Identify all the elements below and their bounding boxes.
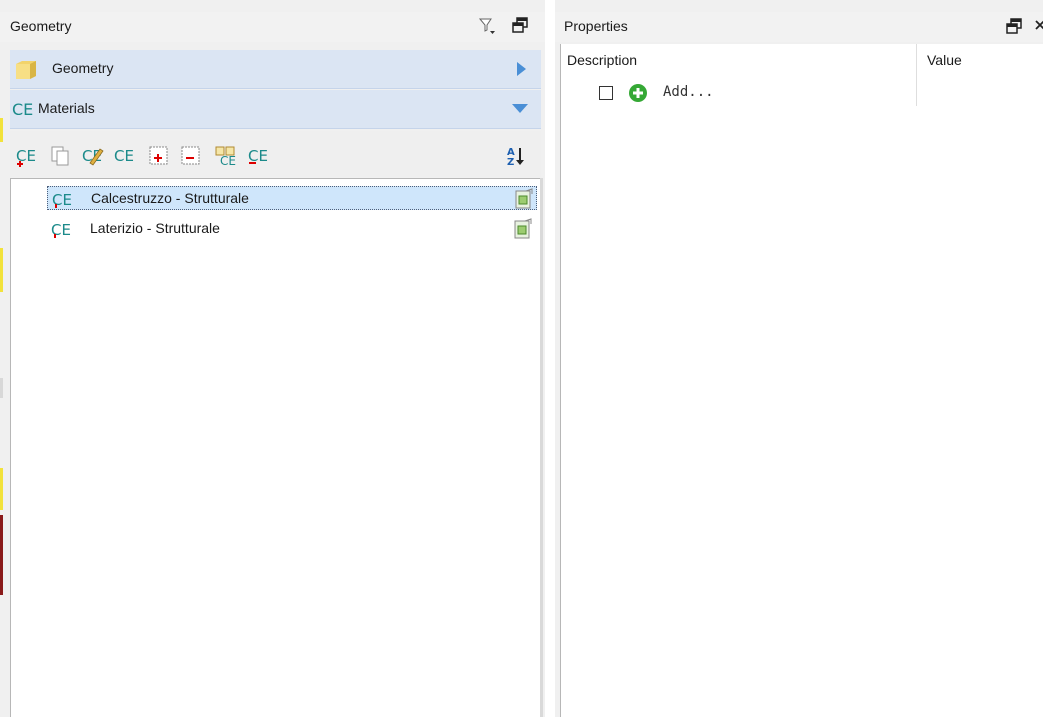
chevron-right-icon[interactable] bbox=[516, 62, 526, 76]
add-material-icon[interactable]: CE bbox=[16, 145, 38, 167]
group-geometry-label: Geometry bbox=[52, 60, 114, 76]
material-library-icon[interactable]: CE bbox=[214, 145, 236, 167]
delete-material-icon[interactable]: CE bbox=[248, 145, 270, 167]
add-checkbox[interactable] bbox=[599, 86, 613, 100]
float-window-icon[interactable] bbox=[512, 17, 528, 33]
svg-text:CE: CE bbox=[52, 191, 72, 208]
properties-grid: Description Value Add... bbox=[560, 44, 1043, 717]
column-header-value: Value bbox=[927, 52, 962, 68]
close-icon[interactable] bbox=[1034, 18, 1043, 32]
material-icon[interactable]: CE bbox=[114, 145, 136, 167]
sort-az-icon[interactable]: A Z bbox=[506, 145, 526, 167]
tree-item-label: Laterizio - Strutturale bbox=[90, 220, 220, 236]
add-property-link[interactable]: Add... bbox=[663, 84, 714, 100]
column-divider[interactable] bbox=[916, 44, 917, 106]
group-materials[interactable]: CE Materials bbox=[10, 90, 541, 129]
document-icon bbox=[514, 218, 532, 239]
material-icon: CE bbox=[12, 100, 33, 118]
add-icon[interactable] bbox=[629, 84, 647, 102]
folder-icon bbox=[16, 61, 36, 79]
collapse-all-icon[interactable] bbox=[180, 145, 202, 167]
edit-material-icon[interactable]: CE bbox=[82, 145, 104, 167]
group-materials-label: Materials bbox=[38, 100, 95, 116]
document-icon bbox=[515, 188, 533, 209]
svg-text:CE: CE bbox=[220, 154, 236, 167]
column-header-description: Description bbox=[567, 52, 638, 68]
properties-panel: Properties Description Value Add... bbox=[555, 0, 1043, 717]
svg-text:Z: Z bbox=[507, 157, 514, 167]
svg-text:CE: CE bbox=[51, 221, 71, 238]
properties-panel-title: Properties bbox=[564, 18, 628, 34]
tree-item-laterizio[interactable]: CE Laterizio - Strutturale bbox=[47, 217, 537, 241]
material-icon: CE bbox=[51, 221, 71, 238]
expand-all-icon[interactable] bbox=[148, 145, 170, 167]
geometry-panel-title: Geometry bbox=[10, 18, 72, 34]
tree-item-label: Calcestruzzo - Strutturale bbox=[91, 190, 249, 206]
geometry-panel: Geometry Geometry CE Materials CE CE CE … bbox=[0, 0, 545, 717]
float-window-icon[interactable] bbox=[1006, 18, 1022, 34]
group-geometry[interactable]: Geometry bbox=[10, 50, 541, 89]
filter-icon[interactable] bbox=[479, 17, 495, 35]
geometry-panel-header: Geometry bbox=[0, 12, 545, 42]
scrollbar[interactable] bbox=[540, 178, 543, 717]
materials-tree: CE Calcestruzzo - Strutturale CE Lateriz… bbox=[10, 178, 541, 717]
chevron-down-icon[interactable] bbox=[512, 104, 528, 113]
svg-text:CE: CE bbox=[16, 147, 36, 165]
svg-text:CE: CE bbox=[114, 147, 134, 165]
svg-text:CE: CE bbox=[12, 100, 33, 118]
material-icon: CE bbox=[52, 191, 72, 208]
copy-icon[interactable] bbox=[50, 145, 72, 167]
tree-item-calcestruzzo[interactable]: CE Calcestruzzo - Strutturale bbox=[47, 186, 537, 210]
properties-panel-header: Properties bbox=[555, 12, 1043, 42]
materials-toolbar: CE CE CE CE CE A Z bbox=[10, 131, 541, 177]
